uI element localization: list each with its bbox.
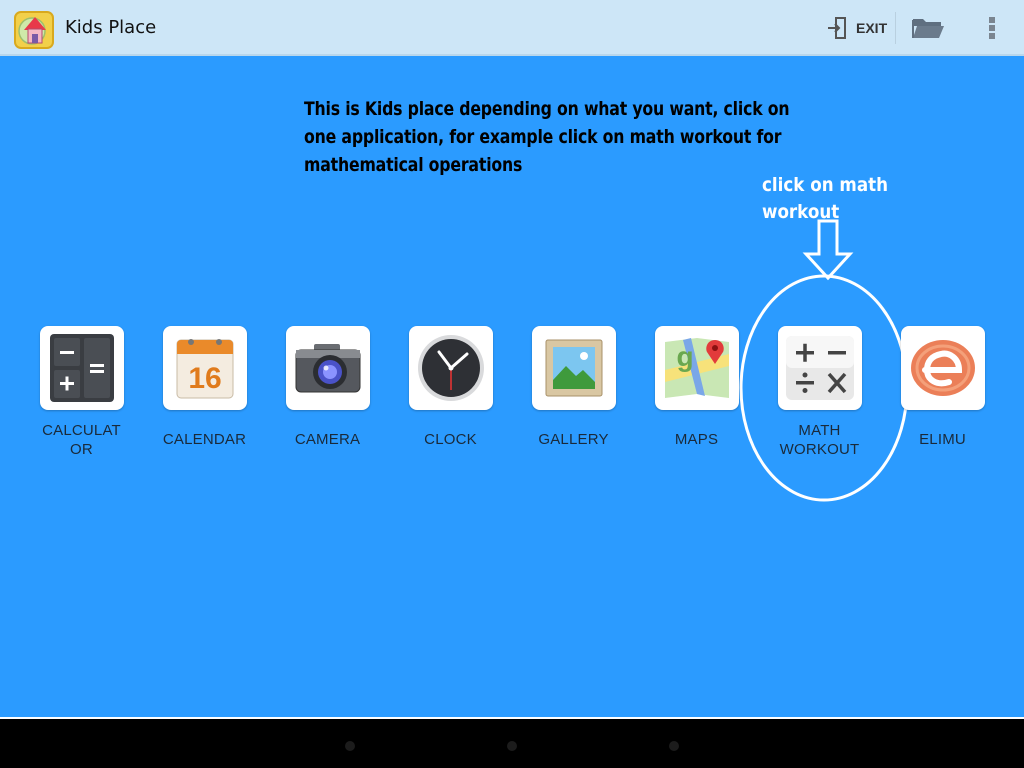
app-gallery[interactable]: GALLERY bbox=[512, 326, 635, 466]
app-label-line: MAPS bbox=[674, 431, 719, 448]
calculator-icon-box bbox=[40, 326, 124, 410]
toolbar-divider bbox=[895, 12, 896, 44]
system-navigation-bar bbox=[0, 717, 1024, 768]
gallery-icon-box bbox=[532, 326, 616, 410]
clock-icon-box bbox=[409, 326, 493, 410]
nav-back-button[interactable] bbox=[345, 741, 355, 751]
app-calculator[interactable]: CALCULAT OR bbox=[20, 326, 143, 466]
math-workout-icon bbox=[786, 336, 854, 400]
nav-recents-button[interactable] bbox=[669, 741, 679, 751]
app-label-line: CAMERA bbox=[294, 431, 361, 448]
app-label-line: OR bbox=[70, 441, 93, 458]
app-label-line: ELIMU bbox=[919, 431, 966, 448]
app-label-line: WORKOUT bbox=[779, 441, 860, 458]
camera-icon-box bbox=[286, 326, 370, 410]
app-label-line: MATH bbox=[798, 422, 841, 439]
gallery-icon bbox=[545, 339, 603, 397]
svg-text:g: g bbox=[676, 341, 693, 372]
kids-place-logo-icon[interactable] bbox=[12, 5, 58, 51]
calculator-icon bbox=[50, 334, 114, 402]
app-label-line: CALENDAR bbox=[162, 431, 247, 448]
overflow-menu-icon[interactable] bbox=[983, 14, 1001, 42]
maps-icon-box: g bbox=[655, 326, 739, 410]
exit-label: EXIT bbox=[856, 20, 888, 36]
app-label-line: GALLERY bbox=[538, 431, 609, 448]
app-math-workout[interactable]: MATH WORKOUT bbox=[758, 326, 881, 466]
app-calendar[interactable]: 16 CALENDAR bbox=[143, 326, 266, 466]
instruction-line: mathematical operations bbox=[304, 154, 523, 176]
app-clock[interactable]: CLOCK bbox=[389, 326, 512, 466]
callout-line: click on math bbox=[762, 174, 889, 196]
exit-button[interactable]: EXIT bbox=[826, 12, 892, 44]
app-maps[interactable]: g MAPS bbox=[635, 326, 758, 466]
camera-icon bbox=[295, 344, 361, 393]
folder-icon[interactable] bbox=[911, 14, 945, 42]
elimu-icon-box bbox=[901, 326, 985, 410]
app-camera[interactable]: CAMERA bbox=[266, 326, 389, 466]
instruction-annotation: This is Kids place depending on what you… bbox=[304, 95, 801, 179]
app-elimu[interactable]: ELIMU bbox=[881, 326, 1004, 466]
calendar-icon-box: 16 bbox=[163, 326, 247, 410]
clock-icon bbox=[418, 335, 484, 401]
instruction-line: This is Kids place depending on what you… bbox=[304, 98, 790, 120]
app-label-line: CLOCK bbox=[424, 431, 477, 448]
app-title: Kids Place bbox=[65, 17, 157, 38]
nav-home-button[interactable] bbox=[507, 741, 517, 751]
action-bar: Kids Place EXIT bbox=[0, 0, 1024, 56]
instruction-line: one application, for example click on ma… bbox=[304, 126, 782, 148]
calendar-icon: 16 bbox=[176, 339, 234, 399]
calendar-day-number: 16 bbox=[188, 362, 221, 395]
app-label-line: CALCULAT bbox=[42, 422, 121, 439]
exit-icon bbox=[828, 17, 846, 39]
elimu-icon bbox=[911, 340, 975, 396]
math-workout-icon-box bbox=[778, 326, 862, 410]
maps-icon: g bbox=[665, 338, 729, 398]
